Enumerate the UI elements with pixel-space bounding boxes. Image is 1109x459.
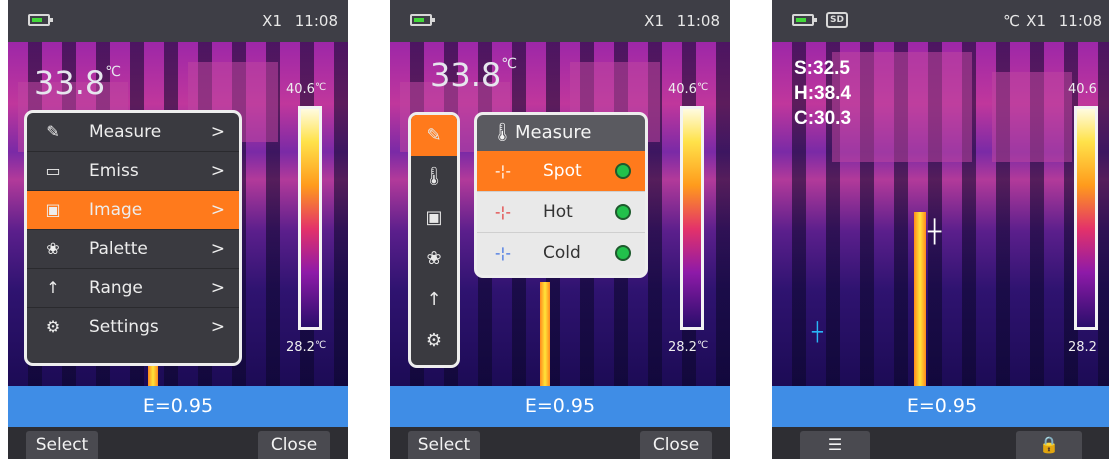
sd-card-icon: SD bbox=[826, 12, 848, 28]
clock: 11:08 bbox=[294, 12, 338, 30]
screen-measure-submenu: X1 11:08 33.8℃ 40.6℃ 28.2℃ ✎ 🌡 ▣ ❀ ↑ ⚙ 🌡… bbox=[390, 0, 730, 459]
menu-item-label: Settings bbox=[89, 317, 159, 337]
scale-min-label: 28.2℃ bbox=[286, 340, 327, 355]
status-bar: X1 11:08 bbox=[390, 0, 730, 42]
settings-icon: ⚙ bbox=[45, 317, 61, 336]
crosshair-icon: -¦- bbox=[495, 162, 511, 180]
submenu-item-label: Hot bbox=[543, 202, 573, 222]
scale-min-label: 28.2 bbox=[1068, 340, 1097, 355]
range-icon: ↑ bbox=[46, 278, 60, 297]
color-scale-bar bbox=[298, 106, 322, 330]
measure-icon[interactable]: ✎ bbox=[411, 115, 457, 156]
chevron-right-icon: > bbox=[210, 239, 225, 259]
screen-live-measure: SD ℃ X1 11:08 S:32.5 H:38.4 C:30.3 ┼ ┼ 4… bbox=[772, 0, 1109, 459]
clock: 11:08 bbox=[1058, 12, 1102, 30]
battery-icon bbox=[28, 14, 53, 26]
emissivity-bar: E=0.95 bbox=[772, 386, 1109, 427]
range-icon[interactable]: ↑ bbox=[411, 279, 457, 320]
close-button[interactable]: Close bbox=[258, 431, 330, 459]
chevron-right-icon: > bbox=[210, 200, 225, 220]
status-bar: X1 11:08 bbox=[8, 0, 348, 42]
close-button[interactable]: Close bbox=[640, 431, 712, 459]
softkey-bar: Select Close bbox=[390, 427, 730, 459]
menu-item-label: Range bbox=[89, 278, 143, 298]
menu-item-label: Palette bbox=[89, 239, 148, 259]
menu-item-range[interactable]: ↑ Range > bbox=[27, 269, 239, 308]
menu-item-label: Measure bbox=[89, 122, 162, 142]
palette-icon[interactable]: ❀ bbox=[411, 238, 457, 279]
measurement-readout: S:32.5 H:38.4 C:30.3 bbox=[794, 56, 851, 131]
lock-icon[interactable]: 🔒 bbox=[1016, 431, 1082, 459]
select-button[interactable]: Select bbox=[26, 431, 98, 459]
temperature-unit: ℃ bbox=[1003, 12, 1020, 30]
measure-submenu: 🌡 Measure -¦- Spot -¦- Hot -¦- Cold bbox=[474, 112, 648, 278]
cold-temp: C:30.3 bbox=[794, 108, 852, 129]
chevron-right-icon: > bbox=[210, 161, 225, 181]
zoom-level: X1 bbox=[644, 12, 664, 30]
scale-max-label: 40.6℃ bbox=[286, 82, 327, 97]
chevron-right-icon: > bbox=[210, 317, 225, 337]
color-scale-bar bbox=[1074, 106, 1098, 330]
chevron-right-icon: > bbox=[210, 122, 225, 142]
spot-temp: S:32.5 bbox=[794, 58, 850, 79]
settings-icon[interactable]: ⚙ bbox=[411, 320, 457, 361]
screen-main-menu: X1 11:08 33.8℃ 40.6℃ 28.2℃ ✎ Measure > ▭ Em… bbox=[8, 0, 348, 459]
toggle-on-icon[interactable] bbox=[615, 245, 631, 261]
menu-item-image[interactable]: ▣ Image > bbox=[27, 191, 239, 230]
submenu-title-label: Measure bbox=[515, 122, 592, 143]
color-scale-bar bbox=[680, 106, 704, 330]
menu-item-label: Image bbox=[89, 200, 143, 220]
menu-item-measure[interactable]: ✎ Measure > bbox=[27, 113, 239, 152]
zoom-level: X1 bbox=[1026, 12, 1046, 30]
submenu-item-hot[interactable]: -¦- Hot bbox=[477, 192, 645, 233]
emissivity-bar: E=0.95 bbox=[390, 386, 730, 427]
menu-icon-column: ✎ 🌡 ▣ ❀ ↑ ⚙ bbox=[408, 112, 460, 368]
image-icon: ▣ bbox=[45, 200, 61, 219]
battery-icon bbox=[792, 14, 817, 26]
emissivity-bar: E=0.95 bbox=[8, 386, 348, 427]
palette-icon: ❀ bbox=[46, 239, 60, 258]
image-icon[interactable]: ▣ bbox=[411, 197, 457, 238]
menu-item-emiss[interactable]: ▭ Emiss > bbox=[27, 152, 239, 191]
battery-icon bbox=[410, 14, 435, 26]
menu-item-label: Emiss bbox=[89, 161, 139, 181]
center-temperature: 33.8℃ bbox=[430, 56, 517, 94]
emissivity-icon: ▭ bbox=[45, 161, 61, 180]
select-button[interactable]: Select bbox=[408, 431, 480, 459]
submenu-item-cold[interactable]: -¦- Cold bbox=[477, 233, 645, 273]
menu-list-icon[interactable]: ☰ bbox=[800, 431, 870, 459]
thermometer-icon: 🌡 bbox=[491, 122, 514, 143]
hot-temp: H:38.4 bbox=[794, 83, 852, 104]
measure-icon: ✎ bbox=[46, 122, 60, 141]
crosshair-icon: -¦- bbox=[495, 203, 511, 221]
submenu-item-label: Spot bbox=[543, 161, 582, 181]
menu-item-settings[interactable]: ⚙ Settings > bbox=[27, 308, 239, 346]
scale-max-label: 40.6℃ bbox=[668, 82, 709, 97]
main-menu: ✎ Measure > ▭ Emiss > ▣ Image > ❀ Palette > ↑ Ran… bbox=[24, 110, 242, 366]
submenu-title: 🌡 Measure bbox=[477, 115, 645, 151]
menu-item-palette[interactable]: ❀ Palette > bbox=[27, 230, 239, 269]
cold-spot-marker: ┼ bbox=[812, 322, 823, 343]
clock: 11:08 bbox=[676, 12, 720, 30]
zoom-level: X1 bbox=[262, 12, 282, 30]
scale-min-label: 28.2℃ bbox=[668, 340, 709, 355]
submenu-item-spot[interactable]: -¦- Spot bbox=[477, 151, 645, 192]
toggle-on-icon[interactable] bbox=[615, 163, 631, 179]
toggle-on-icon[interactable] bbox=[615, 204, 631, 220]
submenu-item-label: Cold bbox=[543, 243, 581, 263]
crosshair-icon: -¦- bbox=[495, 244, 511, 262]
thermometer-icon[interactable]: 🌡 bbox=[411, 156, 457, 197]
center-temperature: 33.8℃ bbox=[34, 64, 121, 102]
softkey-bar: Select Close bbox=[8, 427, 348, 459]
hot-spot-marker: ┼ bbox=[928, 220, 942, 245]
chevron-right-icon: > bbox=[210, 278, 225, 298]
scale-max-label: 40.6 bbox=[1068, 82, 1097, 97]
softkey-bar: ☰ 🔒 bbox=[772, 427, 1109, 459]
status-bar: SD ℃ X1 11:08 bbox=[772, 0, 1109, 42]
